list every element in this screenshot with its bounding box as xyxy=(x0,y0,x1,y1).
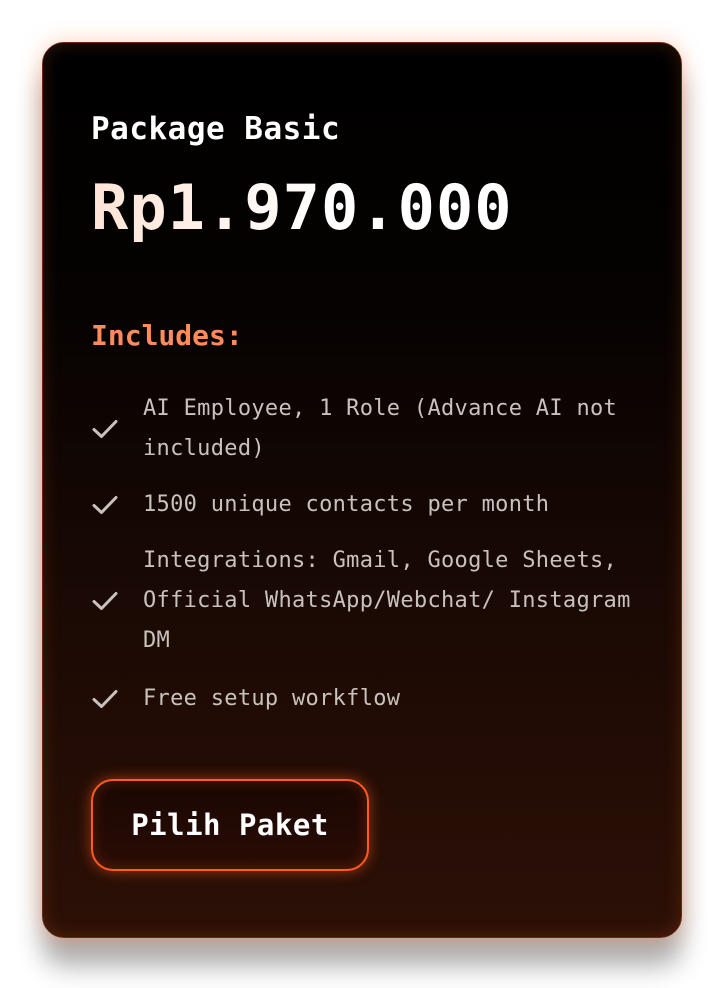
includes-title: Includes: xyxy=(91,319,243,352)
feature-text: AI Employee, 1 Role (Advance AI not incl… xyxy=(143,396,618,461)
feature-text: 1500 unique contacts per month xyxy=(143,492,550,517)
check-icon xyxy=(91,417,119,441)
feature-item: Free setup workflow xyxy=(91,679,651,719)
check-icon xyxy=(91,589,119,613)
check-icon xyxy=(91,687,119,711)
package-price: Rp1.970.000 xyxy=(91,171,513,244)
feature-text: Integrations: Gmail, Google Sheets, Offi… xyxy=(143,548,631,653)
feature-text: Free setup workflow xyxy=(143,686,401,711)
check-icon xyxy=(91,493,119,517)
feature-item: 1500 unique contacts per month xyxy=(91,485,651,525)
feature-item: AI Employee, 1 Role (Advance AI not incl… xyxy=(91,389,651,469)
feature-item: Integrations: Gmail, Google Sheets, Offi… xyxy=(91,541,651,661)
pricing-card: Package Basic Rp1.970.000 Includes: AI E… xyxy=(42,42,682,938)
choose-package-button[interactable]: Pilih Paket xyxy=(91,779,369,871)
feature-list: AI Employee, 1 Role (Advance AI not incl… xyxy=(91,389,651,735)
package-name: Package Basic xyxy=(91,111,341,147)
